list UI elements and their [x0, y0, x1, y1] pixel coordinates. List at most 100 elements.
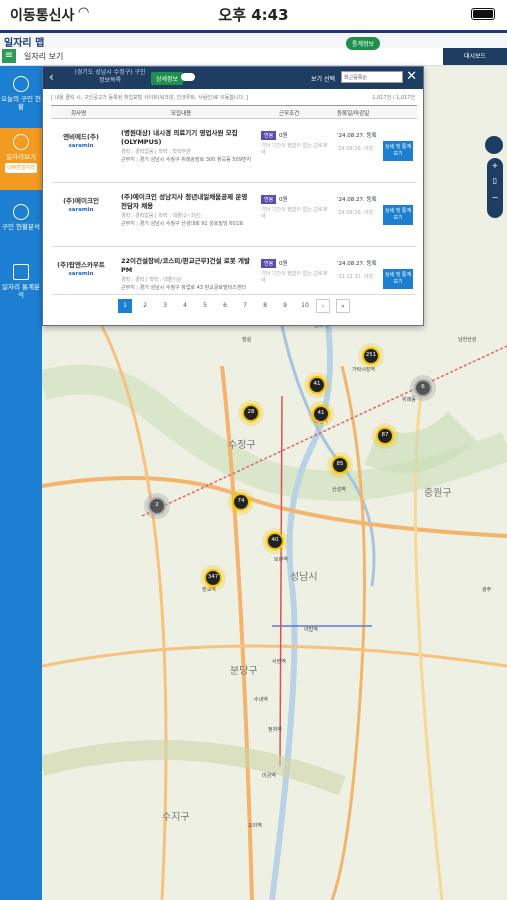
- sidebar-item-jobs[interactable]: 일자리보기 내주변일자리: [0, 128, 42, 190]
- registered-date: '24.08.27. 등록: [337, 133, 377, 139]
- place-label: 야탑역: [304, 627, 318, 633]
- cluster-marker[interactable]: 6: [414, 379, 432, 397]
- cluster-marker[interactable]: 41: [312, 405, 330, 423]
- table-row[interactable]: (주)에이크인 saramin (주)에이크인 성남지사 청년내일채움공제 운영…: [51, 185, 417, 247]
- cluster-marker[interactable]: 41: [308, 376, 326, 394]
- table-header: 회사명 모집내용 근무조건 등록일/마감일: [51, 105, 417, 119]
- table-row[interactable]: (주)탑엔스카우트 saramin 22이건설장비/코스피/판교근무]건설 로봇…: [51, 249, 417, 295]
- page-button[interactable]: 7: [238, 299, 252, 313]
- district-label: 수지구: [162, 812, 190, 823]
- sort-select[interactable]: 최근등록순: [341, 71, 403, 83]
- sidebar-item-label: 일자리보기: [6, 153, 36, 161]
- compass-icon[interactable]: [485, 136, 503, 154]
- job-meta: 경력 : 경력 | 학력 : 대졸이상: [121, 277, 182, 283]
- place-label: 서현역: [272, 659, 286, 665]
- detail-stats-button[interactable]: 상세 및 통계보기: [383, 205, 413, 225]
- source-label: saramin: [68, 271, 94, 277]
- sidebar-badge[interactable]: 내주변일자리: [5, 163, 37, 173]
- pay-tag: 연봉: [261, 259, 277, 268]
- lock-icon[interactable]: ▯: [487, 176, 503, 185]
- close-icon[interactable]: ✕: [406, 69, 417, 84]
- zoom-control[interactable]: + ▯ −: [487, 158, 503, 218]
- work-conditions: 기타 기간의 정함이 없는 근로계약: [261, 143, 328, 156]
- stats-pill-button[interactable]: 통계정보: [346, 37, 381, 50]
- deadline-date: '32.12.31. 마감: [337, 274, 374, 280]
- pay-tag: 연봉: [261, 131, 277, 140]
- place-label: 정자역: [268, 727, 282, 733]
- page-button[interactable]: 10: [298, 299, 312, 313]
- pay-amount: 0원: [279, 197, 288, 203]
- pay-amount: 0원: [279, 261, 288, 267]
- column-header: 회사명: [71, 111, 87, 117]
- job-location: 근무지 : 경기 성남시 수정구 산성대로 91 성호빌딩 601호: [121, 221, 244, 227]
- panel-header: ‹ (경기도 성남시 수정구) 구인정보목록 상세정보 보기 선택 최근등록순 …: [43, 67, 423, 89]
- place-label: 산성역: [332, 487, 346, 493]
- sidebar: 오늘의 구인 현황 일자리보기 내주변일자리 구인 현황분석 일자리 통계분석: [0, 66, 42, 900]
- result-count: 1,017건 / 1,017건: [372, 95, 415, 101]
- cluster-marker[interactable]: 40: [266, 532, 284, 550]
- place-label: 잠실: [242, 337, 252, 343]
- sidebar-item-label: 일자리 통계분석: [2, 283, 40, 299]
- cluster-marker[interactable]: 2: [148, 497, 166, 515]
- job-title[interactable]: (병원대상) 내시경 의료기기 영업사원 모집 (OLYMPUS): [121, 129, 253, 147]
- cluster-marker[interactable]: 85: [331, 456, 349, 474]
- zoom-out-icon[interactable]: −: [487, 193, 503, 202]
- cluster-marker[interactable]: 251: [362, 347, 380, 365]
- zoom-in-icon[interactable]: +: [487, 161, 503, 170]
- place-label: 가락시장역: [352, 367, 376, 373]
- work-conditions: 기타 기간의 정함이 없는 근로계약: [261, 271, 328, 284]
- page-button[interactable]: 6: [218, 299, 232, 313]
- job-title[interactable]: 22이건설장비/코스피/판교근무]건설 로봇 개발 PM: [121, 257, 253, 275]
- source-label: saramin: [68, 207, 94, 213]
- last-page-button[interactable]: »: [336, 299, 350, 313]
- deadline-date: '24.09.26. 마감: [337, 210, 374, 216]
- work-conditions: 기타 기간의 정함이 없는 근로계약: [261, 207, 328, 220]
- table-row[interactable]: 엔비에드(주) saramin (병원대상) 내시경 의료기기 영업사원 모집 …: [51, 121, 417, 183]
- place-label: 모란역: [274, 557, 288, 563]
- place-label: 남한산성: [458, 337, 477, 343]
- page-button[interactable]: 8: [258, 299, 272, 313]
- panel-info-text: [ 내용 클릭 시, 구인공고가 등록된 취업포털 사이트(워크넷, 인크루트,…: [51, 95, 249, 101]
- sidebar-item-label: 오늘의 구인 현황: [0, 95, 41, 111]
- sidebar-item-stats[interactable]: 일자리 통계분석: [0, 258, 42, 314]
- app-title: 일자리 맵: [4, 38, 45, 49]
- cluster-marker[interactable]: 28: [242, 404, 260, 422]
- menu-icon[interactable]: ≡: [2, 49, 16, 63]
- cluster-marker[interactable]: 87: [376, 427, 394, 445]
- detail-stats-button[interactable]: 상세 및 통계보기: [383, 269, 413, 289]
- place-label: 판교역: [202, 587, 216, 593]
- place-label: 미금역: [262, 773, 276, 779]
- location-person-icon: [13, 134, 29, 150]
- page-button[interactable]: 2: [138, 299, 152, 313]
- cluster-marker[interactable]: 74: [232, 493, 250, 511]
- page-button[interactable]: 1: [118, 299, 132, 313]
- clock: 오후 4:43: [218, 6, 289, 24]
- company-name: (주)에이크인: [63, 197, 99, 205]
- district-label: 성남시: [290, 572, 318, 583]
- registered-date: '24.08.27. 등록: [337, 197, 377, 203]
- search-person-icon: [13, 204, 29, 220]
- job-location: 근무지 : 경기 성남시 수정구 위례광장로 300 창곡동 509번지: [121, 157, 252, 163]
- pay-amount: 0원: [279, 133, 288, 139]
- sidebar-item-analysis[interactable]: 구인 현황분석: [0, 198, 42, 254]
- page-button[interactable]: 3: [158, 299, 172, 313]
- page-button[interactable]: 5: [198, 299, 212, 313]
- job-title[interactable]: (주)에이크인 성남지사 청년내일채움공제 운영 전담자 채용: [121, 193, 253, 211]
- detail-stats-button[interactable]: 상세 및 통계보기: [383, 141, 413, 161]
- company-name: 엔비에드(주): [63, 133, 99, 141]
- back-icon[interactable]: ‹: [49, 70, 54, 84]
- sidebar-item-label: 구인 현황분석: [2, 223, 40, 231]
- page-button[interactable]: 4: [178, 299, 192, 313]
- detail-toggle[interactable]: [181, 73, 195, 81]
- column-header: 등록일/마감일: [337, 111, 370, 117]
- view-select-label: 보기 선택: [311, 76, 335, 83]
- dashboard-button[interactable]: 대시보드: [443, 48, 507, 65]
- page-button[interactable]: 9: [278, 299, 292, 313]
- deadline-date: '24.09.26. 마감: [337, 146, 374, 152]
- cluster-marker[interactable]: 347: [204, 569, 222, 587]
- place-label: 위례동: [402, 397, 416, 403]
- view-label: 일자리 보기: [24, 52, 64, 61]
- sidebar-item-today[interactable]: 오늘의 구인 현황: [0, 70, 42, 126]
- detail-toggle-label[interactable]: 상세정보: [151, 72, 184, 85]
- next-page-button[interactable]: ›: [316, 299, 330, 313]
